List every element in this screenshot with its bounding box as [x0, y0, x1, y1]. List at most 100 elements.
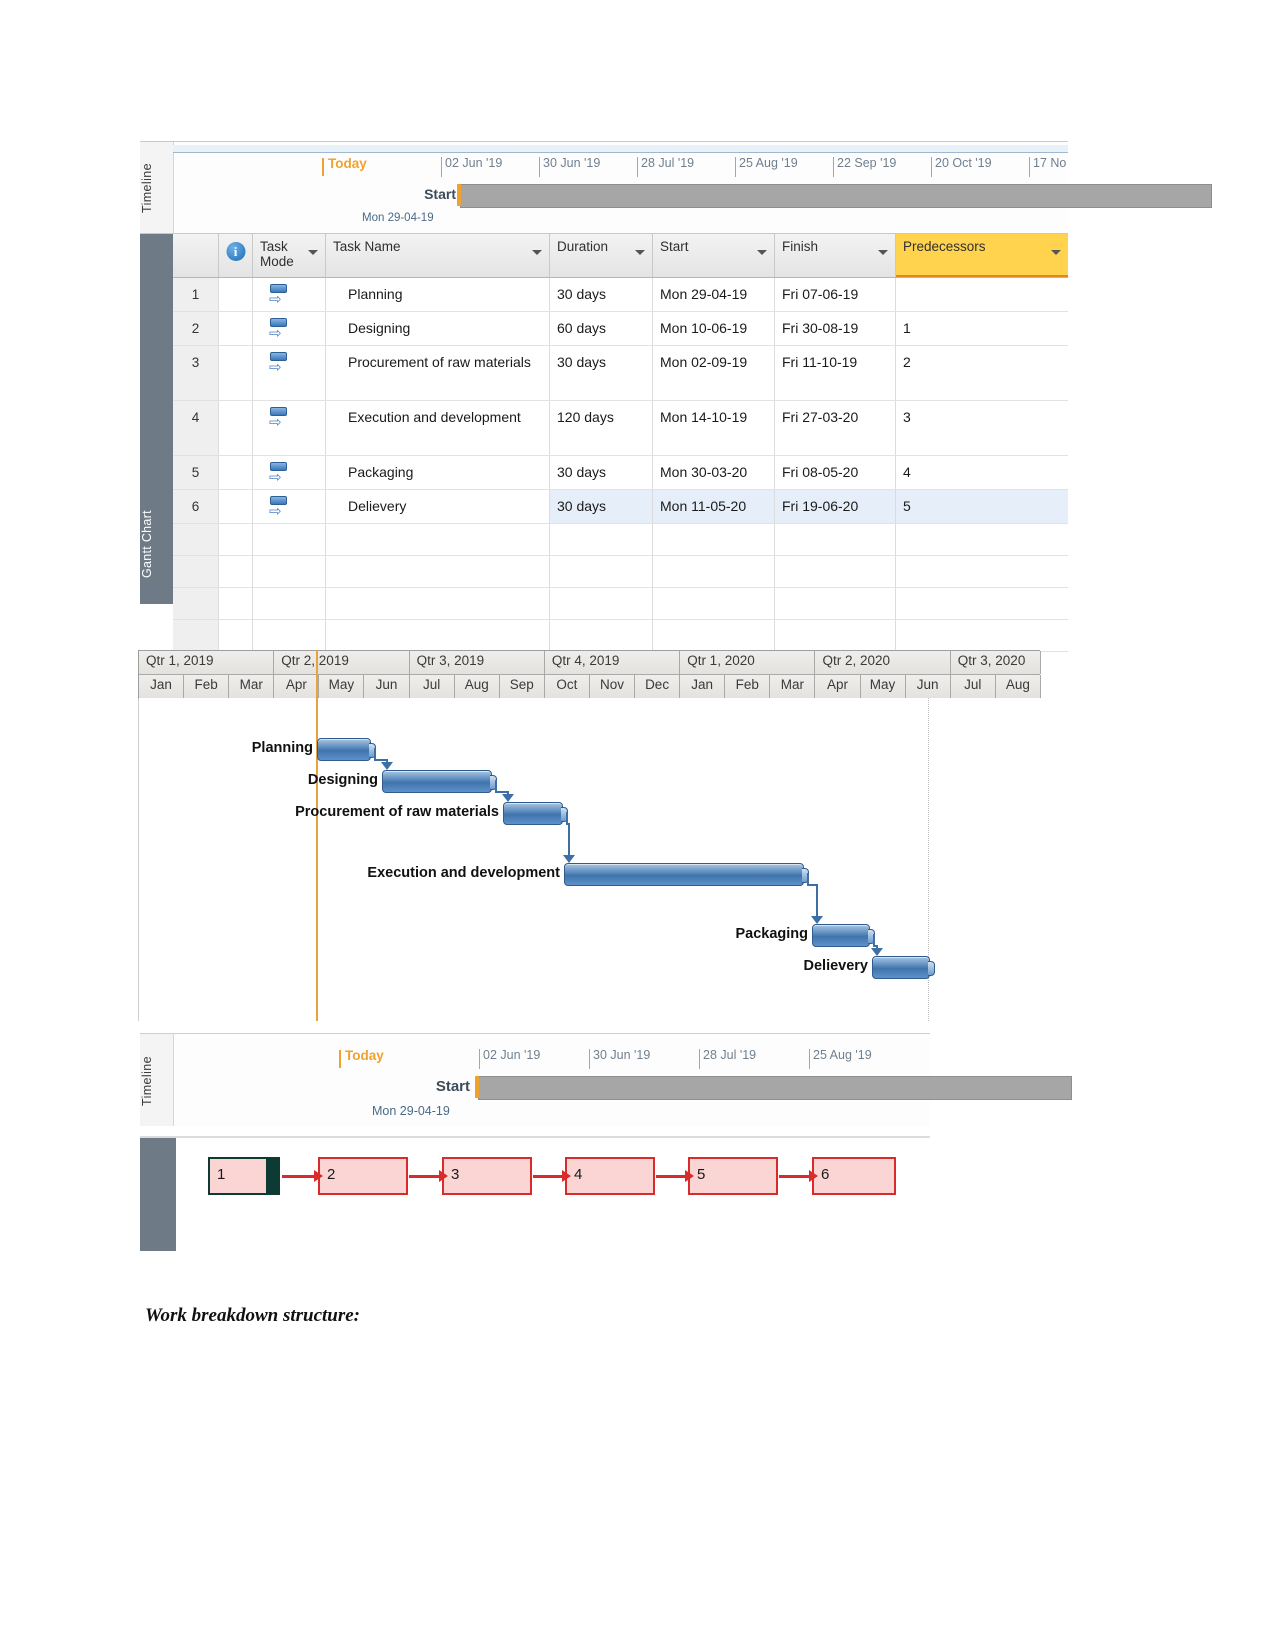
gantt-bar[interactable] — [382, 770, 497, 793]
chevron-down-icon[interactable] — [757, 250, 767, 255]
gantt-bar[interactable] — [317, 738, 376, 761]
table-cell-predecessors[interactable] — [896, 278, 1068, 311]
column-header-indicators[interactable]: i — [219, 234, 253, 277]
table-row[interactable]: 2 ⇨ Designing 60 days Mon 10-06-19 Fri 30-08-… — [173, 312, 1068, 346]
table-row[interactable]: 4 ⇨ Execution and development 120 days Mon 1… — [173, 401, 1068, 456]
table-cell-start[interactable]: Mon 30-03-20 — [653, 456, 775, 489]
table-cell-predecessors[interactable]: 1 — [896, 312, 1068, 345]
column-header-start[interactable]: Start — [653, 234, 775, 277]
table-cell-start[interactable]: Mon 29-04-19 — [653, 278, 775, 311]
table-cell-empty[interactable] — [550, 524, 653, 555]
table-cell-indicator[interactable] — [219, 456, 253, 489]
table-cell-duration[interactable]: 60 days — [550, 312, 653, 345]
table-cell-rownum[interactable]: 2 — [173, 312, 219, 345]
table-cell-empty[interactable] — [653, 556, 775, 587]
table-cell-duration[interactable]: 30 days — [550, 456, 653, 489]
timeline-start-bar-top[interactable] — [457, 184, 1212, 208]
table-cell-empty[interactable] — [653, 588, 775, 619]
table-cell-empty[interactable] — [253, 524, 326, 555]
table-cell-task-mode[interactable]: ⇨ — [253, 346, 326, 400]
table-cell-rownum[interactable]: 5 — [173, 456, 219, 489]
gantt-bar[interactable] — [812, 924, 875, 947]
chevron-down-icon[interactable] — [1051, 250, 1061, 255]
column-header-task-mode[interactable]: Task Mode — [253, 234, 326, 277]
table-cell-empty[interactable] — [326, 588, 550, 619]
table-row-empty[interactable] — [173, 524, 1068, 556]
table-cell-empty[interactable] — [775, 556, 896, 587]
table-cell-finish[interactable]: Fri 27-03-20 — [775, 401, 896, 455]
table-cell-empty[interactable] — [775, 524, 896, 555]
table-cell-rownum[interactable]: 1 — [173, 278, 219, 311]
table-cell-indicator[interactable] — [219, 278, 253, 311]
network-node[interactable]: 4 — [565, 1157, 655, 1195]
column-header-duration[interactable]: Duration — [550, 234, 653, 277]
gantt-bar[interactable] — [564, 863, 809, 886]
table-cell-indicator[interactable] — [219, 346, 253, 400]
column-header-predecessors[interactable]: Predecessors — [896, 234, 1068, 277]
table-row[interactable]: 5 ⇨ Packaging 30 days Mon 30-03-20 Fri 08-05-… — [173, 456, 1068, 490]
table-cell-task-name[interactable]: Procurement of raw materials — [326, 346, 550, 400]
table-cell-task-mode[interactable]: ⇨ — [253, 278, 326, 311]
table-cell-predecessors[interactable]: 3 — [896, 401, 1068, 455]
table-row[interactable]: 1 ⇨ Planning 30 days Mon 29-04-19 Fri 07-06-1… — [173, 278, 1068, 312]
table-cell-empty[interactable] — [219, 588, 253, 619]
table-cell-empty[interactable] — [326, 524, 550, 555]
chevron-down-icon[interactable] — [532, 250, 542, 255]
table-cell-finish[interactable]: Fri 30-08-19 — [775, 312, 896, 345]
table-cell-duration[interactable]: 30 days — [550, 278, 653, 311]
table-cell-task-name[interactable]: Packaging — [326, 456, 550, 489]
table-cell-task-name[interactable]: Planning — [326, 278, 550, 311]
table-cell-finish[interactable]: Fri 07-06-19 — [775, 278, 896, 311]
table-cell-task-mode[interactable]: ⇨ — [253, 312, 326, 345]
gantt-bar[interactable] — [503, 802, 568, 825]
table-cell-empty[interactable] — [219, 524, 253, 555]
table-cell-finish[interactable]: Fri 19-06-20 — [775, 490, 896, 523]
table-cell-rownum[interactable]: 3 — [173, 346, 219, 400]
table-cell-empty[interactable] — [896, 588, 1068, 619]
network-node[interactable]: 5 — [688, 1157, 778, 1195]
table-row-empty[interactable] — [173, 556, 1068, 588]
table-row[interactable]: 6 ⇨ Delievery 30 days Mon 11-05-20 Fri 19-06-… — [173, 490, 1068, 524]
column-header-finish[interactable]: Finish — [775, 234, 896, 277]
network-node[interactable]: 2 — [318, 1157, 408, 1195]
table-cell-empty[interactable] — [775, 588, 896, 619]
table-cell-empty[interactable] — [653, 524, 775, 555]
table-cell-empty[interactable] — [326, 556, 550, 587]
table-cell-task-name[interactable]: Delievery — [326, 490, 550, 523]
gantt-bar[interactable] — [872, 956, 935, 979]
table-cell-predecessors[interactable]: 2 — [896, 346, 1068, 400]
table-cell-empty[interactable] — [253, 556, 326, 587]
table-cell-predecessors[interactable]: 5 — [896, 490, 1068, 523]
chevron-down-icon[interactable] — [635, 250, 645, 255]
chevron-down-icon[interactable] — [308, 250, 318, 255]
table-cell-empty[interactable] — [219, 556, 253, 587]
network-node[interactable]: 3 — [442, 1157, 532, 1195]
table-cell-empty[interactable] — [173, 556, 219, 587]
table-cell-task-mode[interactable]: ⇨ — [253, 456, 326, 489]
table-cell-empty[interactable] — [173, 524, 219, 555]
table-cell-task-name[interactable]: Designing — [326, 312, 550, 345]
table-cell-start[interactable]: Mon 11-05-20 — [653, 490, 775, 523]
gantt-plot-area[interactable]: Planning Designing Procurement of raw mate… — [138, 650, 1040, 1021]
table-row[interactable]: 3 ⇨ Procurement of raw materials 30 days Mon… — [173, 346, 1068, 401]
table-cell-duration[interactable]: 120 days — [550, 401, 653, 455]
network-node[interactable]: 1 — [208, 1157, 280, 1195]
table-cell-finish[interactable]: Fri 11-10-19 — [775, 346, 896, 400]
table-cell-indicator[interactable] — [219, 401, 253, 455]
table-cell-task-name[interactable]: Execution and development — [326, 401, 550, 455]
chevron-down-icon[interactable] — [878, 250, 888, 255]
table-cell-empty[interactable] — [896, 524, 1068, 555]
table-cell-rownum[interactable]: 6 — [173, 490, 219, 523]
table-cell-empty[interactable] — [896, 556, 1068, 587]
table-cell-empty[interactable] — [253, 588, 326, 619]
table-cell-rownum[interactable]: 4 — [173, 401, 219, 455]
column-header-task-name[interactable]: Task Name — [326, 234, 550, 277]
table-cell-duration[interactable]: 30 days — [550, 346, 653, 400]
timeline-start-bar-bottom[interactable] — [475, 1076, 1072, 1100]
table-cell-indicator[interactable] — [219, 312, 253, 345]
table-cell-empty[interactable] — [550, 556, 653, 587]
table-cell-empty[interactable] — [550, 588, 653, 619]
table-cell-empty[interactable] — [173, 588, 219, 619]
table-cell-start[interactable]: Mon 10-06-19 — [653, 312, 775, 345]
table-cell-start[interactable]: Mon 02-09-19 — [653, 346, 775, 400]
